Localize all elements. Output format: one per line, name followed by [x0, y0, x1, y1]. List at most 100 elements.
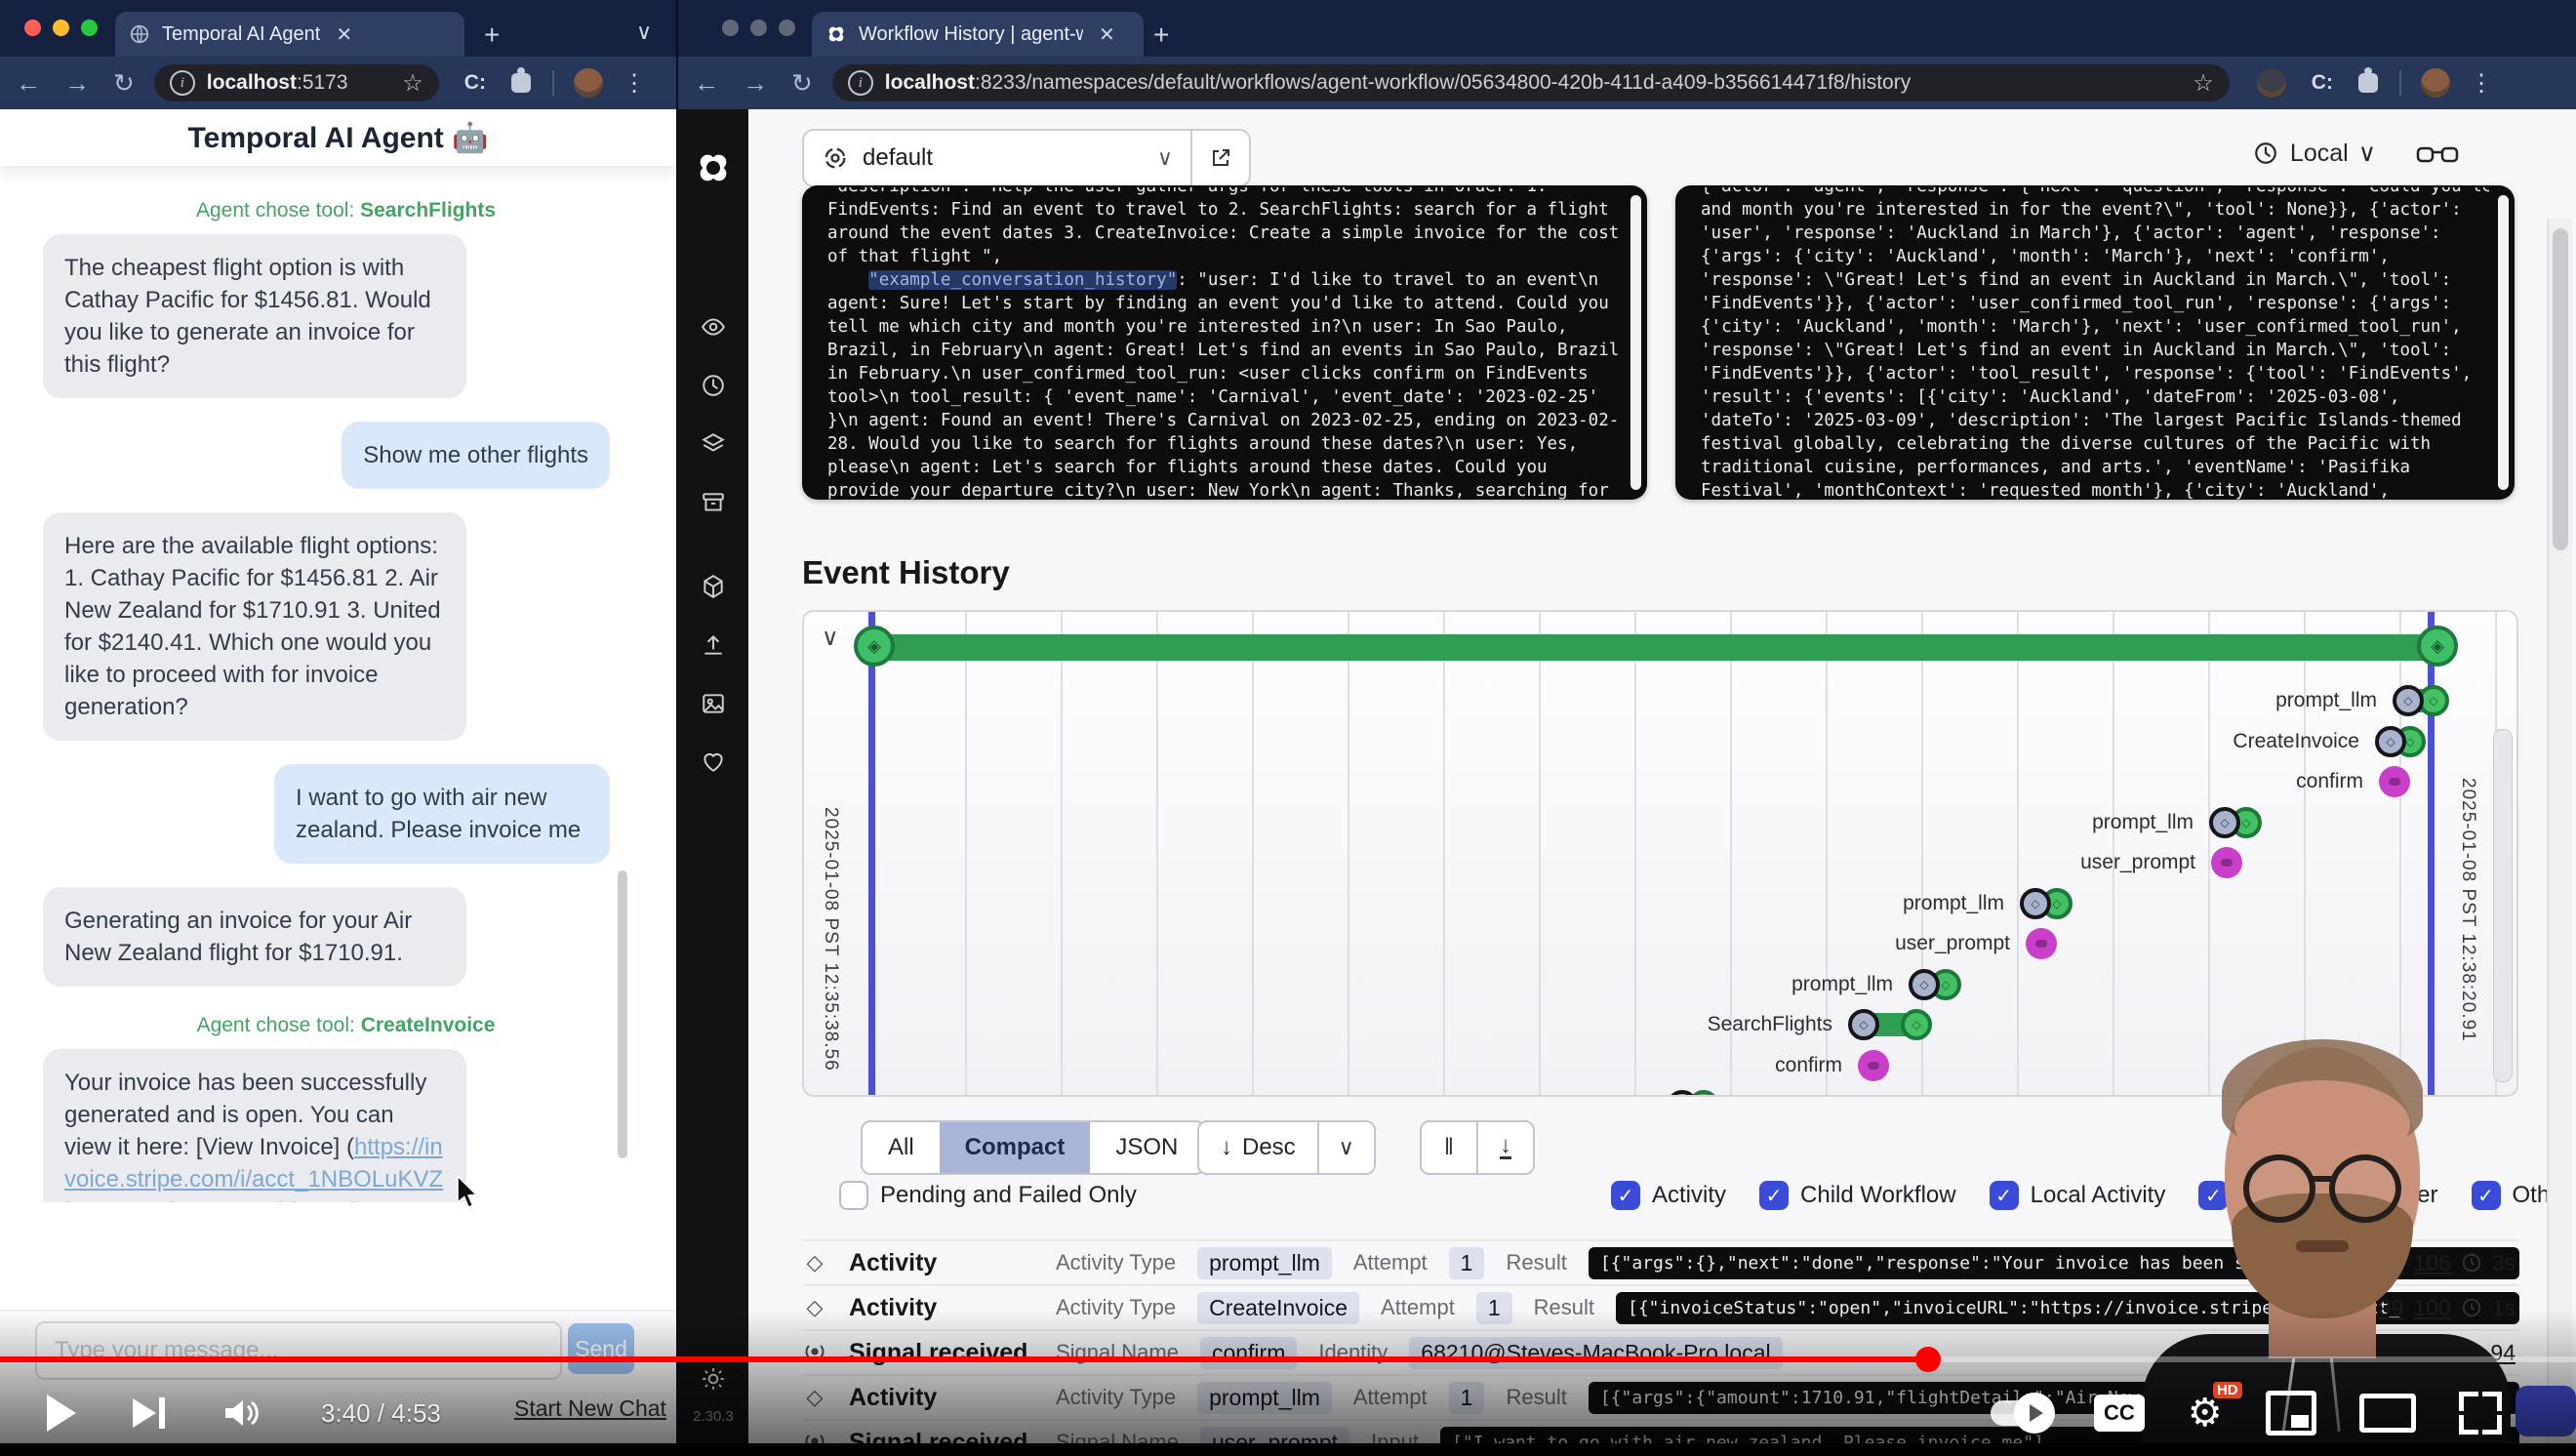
- chat-scrollbar[interactable]: [618, 870, 627, 1158]
- profile-avatar[interactable]: [2421, 68, 2450, 98]
- open-namespace-button[interactable]: [1192, 131, 1249, 185]
- timeline-row[interactable]: prompt_llm◇◇: [804, 685, 2516, 720]
- forward-button[interactable]: →: [743, 68, 768, 99]
- collapse-chevron-icon[interactable]: ∨: [822, 624, 839, 652]
- extensions-puzzle-icon[interactable]: [2358, 73, 2378, 93]
- activity-scheduled-marker[interactable]: ◇: [2209, 807, 2240, 838]
- schedules-clock-icon[interactable]: [701, 373, 726, 398]
- back-button[interactable]: ←: [16, 68, 41, 99]
- bookmark-star-icon[interactable]: ☆: [402, 69, 423, 98]
- workflow-start-marker[interactable]: ◈: [854, 626, 895, 667]
- timezone-select[interactable]: Local ∨: [2253, 139, 2376, 168]
- archive-icon[interactable]: [701, 490, 726, 515]
- activity-scheduled-marker[interactable]: ◇: [1848, 1009, 1879, 1040]
- workflow-input-code-block[interactable]: "description": "Help the user gather arg…: [802, 185, 1647, 500]
- filter-local-activity[interactable]: ✓Local Activity: [1990, 1181, 2166, 1210]
- address-bar[interactable]: i localhost:8233/namespaces/default/work…: [832, 64, 2230, 101]
- activity-completed-marker[interactable]: ◇: [1901, 1009, 1932, 1040]
- timeline-row[interactable]: prompt_llm◇◇: [804, 888, 2516, 923]
- filter-activity[interactable]: ✓Activity: [1611, 1181, 1726, 1210]
- zoom-window-button[interactable]: [779, 20, 795, 36]
- new-tab-button[interactable]: +: [1153, 21, 1169, 49]
- theater-mode-icon[interactable]: [2359, 1394, 2416, 1433]
- timeline-row[interactable]: confirm: [804, 766, 2516, 801]
- tab-search-chevron-icon[interactable]: ∨: [636, 21, 652, 43]
- profile-avatar[interactable]: [574, 68, 603, 98]
- timeline-row[interactable]: user_prompt: [804, 928, 2516, 963]
- minimize-window-button[interactable]: [750, 20, 767, 36]
- signal-marker[interactable]: [2026, 928, 2057, 959]
- autoplay-toggle[interactable]: [1991, 1400, 2051, 1426]
- bookmark-star-icon[interactable]: ☆: [2193, 69, 2214, 98]
- view-tab-json[interactable]: JSON: [1090, 1122, 1203, 1173]
- page-scrollbar-thumb[interactable]: [2553, 228, 2568, 550]
- image-icon[interactable]: [701, 691, 726, 716]
- settings-gear-icon[interactable]: ⚙HD: [2188, 1394, 2223, 1433]
- code-scrollbar[interactable]: [2498, 195, 2509, 490]
- captions-button[interactable]: CC: [2094, 1395, 2145, 1432]
- filter-child-workflow[interactable]: ✓Child Workflow: [1759, 1181, 1956, 1210]
- new-tab-button[interactable]: +: [484, 21, 500, 49]
- signal-marker[interactable]: [2211, 847, 2242, 878]
- event-field-value[interactable]: prompt_llm: [1197, 1247, 1332, 1279]
- minimize-window-button[interactable]: [53, 20, 69, 36]
- next-icon[interactable]: [133, 1397, 165, 1429]
- checkbox-checked[interactable]: ✓: [1990, 1181, 2019, 1210]
- zoom-window-button[interactable]: [81, 20, 98, 36]
- browser-menu-icon[interactable]: ⋮: [2470, 69, 2493, 98]
- timeline-row[interactable]: user_prompt: [804, 847, 2516, 882]
- browser-tab[interactable]: Workflow History | agent-wor ✕: [812, 12, 1144, 57]
- feedback-heart-icon[interactable]: [701, 749, 726, 775]
- code-scrollbar[interactable]: [1630, 195, 1641, 490]
- timeline-row[interactable]: prompt_llm◇◇: [804, 969, 2516, 1004]
- import-upload-icon[interactable]: [701, 632, 726, 658]
- view-tab-compact[interactable]: Compact: [940, 1122, 1091, 1173]
- reload-button[interactable]: ↻: [791, 68, 813, 99]
- workflow-end-marker[interactable]: ◈: [2417, 626, 2458, 667]
- reload-button[interactable]: ↻: [113, 68, 135, 99]
- checkbox-checked[interactable]: ✓: [1611, 1181, 1640, 1210]
- download-button[interactable]: ↓: [1476, 1122, 1533, 1173]
- close-window-button[interactable]: [24, 20, 41, 36]
- invoice-link[interactable]: https://invoice.stripe.com/i/acct_1NBOLu…: [64, 1134, 444, 1202]
- browser-menu-icon[interactable]: ⋮: [623, 69, 646, 98]
- close-window-button[interactable]: [722, 20, 739, 36]
- event-field-value[interactable]: 1: [1449, 1247, 1485, 1279]
- volume-icon[interactable]: [221, 1395, 264, 1431]
- site-info-icon[interactable]: i: [170, 70, 195, 96]
- extension-ci-icon[interactable]: C:: [2312, 71, 2333, 95]
- activity-scheduled-marker[interactable]: ◇: [2020, 888, 2051, 919]
- site-info-icon[interactable]: i: [848, 70, 873, 96]
- temporal-logo-icon[interactable]: [694, 148, 733, 187]
- extension-ci-icon[interactable]: C:: [464, 71, 486, 95]
- checkbox-unchecked[interactable]: [839, 1181, 868, 1210]
- view-tab-all[interactable]: All: [863, 1122, 940, 1173]
- workflow-result-code-block[interactable]: {'actor': 'agent', 'response': {'next': …: [1675, 185, 2515, 500]
- extensions-puzzle-icon[interactable]: [511, 73, 531, 93]
- sort-order-control[interactable]: ↓Desc ∨: [1197, 1120, 1376, 1175]
- close-tab-icon[interactable]: ✕: [1099, 22, 1115, 47]
- activity-scheduled-marker[interactable]: ◇: [2375, 726, 2406, 757]
- codec-cube-icon[interactable]: [701, 574, 726, 599]
- close-tab-icon[interactable]: ✕: [336, 22, 352, 47]
- pending-filter[interactable]: Pending and Failed Only: [839, 1181, 1137, 1210]
- namespace-select[interactable]: default ∨: [802, 129, 1251, 187]
- signal-marker[interactable]: [2379, 766, 2410, 797]
- timeline-row[interactable]: prompt_llm◇◇: [804, 807, 2516, 842]
- video-progress-track[interactable]: [0, 1356, 2576, 1362]
- batch-layers-icon[interactable]: [701, 431, 726, 457]
- timeline-row[interactable]: CreateInvoice◇◇: [804, 726, 2516, 761]
- miniplayer-icon[interactable]: [2266, 1391, 2316, 1436]
- back-button[interactable]: ←: [694, 68, 719, 99]
- activity-scheduled-marker[interactable]: ◇: [1909, 969, 1940, 1000]
- play-icon[interactable]: [47, 1395, 76, 1432]
- forward-button[interactable]: →: [64, 68, 90, 99]
- address-bar[interactable]: i localhost:5173 ☆: [154, 64, 439, 101]
- extension-circle-icon[interactable]: [2257, 68, 2286, 98]
- workflow-execution-bar[interactable]: [871, 634, 2440, 661]
- browser-tab[interactable]: Temporal AI Agent ✕: [115, 12, 464, 57]
- pause-button[interactable]: ‖: [1422, 1122, 1476, 1173]
- sort-chevron-button[interactable]: ∨: [1317, 1122, 1374, 1173]
- workflows-eye-icon[interactable]: [701, 314, 726, 340]
- checkbox-checked[interactable]: ✓: [1759, 1181, 1789, 1210]
